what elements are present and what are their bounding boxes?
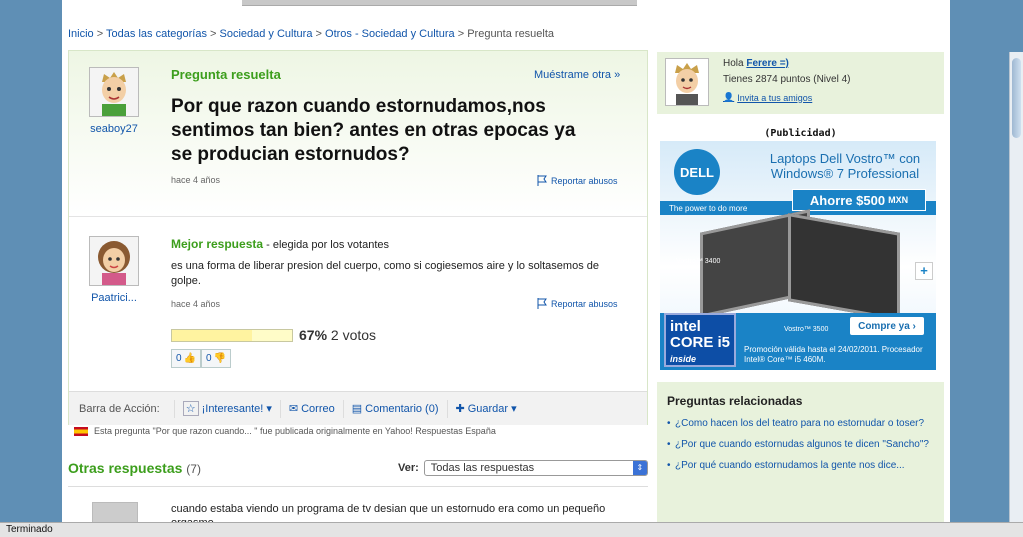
mail-button[interactable]: ✉ Correo [279, 399, 343, 418]
header-strip [242, 0, 637, 6]
section-divider [68, 486, 648, 487]
action-bar-label: Barra de Acción: [79, 402, 160, 415]
vote-bar-fill [172, 330, 253, 341]
best-answer-text: es una forma de liberar presion del cuer… [171, 260, 599, 287]
comment-button[interactable]: ▤ Comentario (0) [342, 399, 447, 418]
vote-bar [171, 329, 293, 342]
thumbs-up-icon: 👍 [183, 353, 197, 364]
star-icon: ☆ [182, 401, 199, 416]
best-answer-header: Mejor respuesta - elegida por los votant… [171, 237, 389, 251]
best-answer-label: Mejor respuesta [171, 237, 264, 251]
vote-result: 67% 2 votos [299, 327, 377, 343]
ad-buy-button[interactable]: Compre ya › [850, 317, 924, 335]
vertical-scrollbar[interactable] [1009, 52, 1023, 522]
ad-label: (Publicidad) [764, 128, 837, 139]
answers-filter-select[interactable]: Todas las respuestas ⇕ [423, 460, 648, 476]
laptop-image [788, 213, 900, 321]
plus-icon: ✚ [455, 403, 465, 415]
greeting: Hola Ferere =) [723, 58, 789, 69]
related-heading: Preguntas relacionadas [667, 394, 803, 408]
flag-icon [537, 298, 547, 309]
breadcrumb-otros[interactable]: Otros - Sociedad y Cultura [325, 28, 455, 40]
user-points: Tienes 2874 puntos (Nivel 4) [723, 74, 851, 85]
answers-filter: Ver: Todas las respuestas ⇕ [398, 460, 648, 476]
question-title: Por que razon cuando estornudamos,nos se… [171, 96, 576, 165]
other-answer-text: cuando estaba viendo un programa de tv d… [171, 503, 606, 522]
origin-note: Esta pregunta "Por que razon cuando... "… [74, 426, 496, 436]
ad-tagline: The power to do more [666, 203, 751, 214]
asker-name[interactable]: seaboy27 [79, 123, 149, 135]
user-panel: Hola Ferere =) Tienes 2874 puntos (Nivel… [657, 52, 944, 114]
ad-promo-text: Promoción válida hasta el 24/02/2011. Pr… [744, 345, 923, 364]
ad-model-2: Vostro™ 3500 [784, 326, 829, 333]
question-status: Pregunta resuelta [171, 67, 281, 82]
interesting-button[interactable]: ☆ ¡Interesante! ▾ [173, 399, 280, 418]
scrollbar-thumb[interactable] [1012, 58, 1021, 138]
question-time: hace 4 años [171, 175, 221, 185]
action-bar: Barra de Acción: ☆ ¡Interesante! ▾ ✉ Correo… [69, 391, 647, 425]
breadcrumb-current: Pregunta resuelta [467, 28, 555, 40]
other-answers-heading: Otras respuestas (7) [68, 460, 201, 476]
thumbs-down-button[interactable]: 0 👎 [201, 349, 232, 368]
related-list: ¿Como hacen los del teatro para no estor… [667, 418, 934, 472]
breadcrumb: Inicio > Todas las categorías > Sociedad… [68, 28, 555, 40]
ad-title: Laptops Dell Vostro™ con Windows® 7 Prof… [769, 151, 921, 181]
save-button[interactable]: ✚ Guardar ▾ [446, 399, 525, 418]
select-arrows-icon: ⇕ [632, 461, 647, 475]
report-abuse-question[interactable]: Reportar abusos [537, 175, 618, 186]
user-avatar[interactable] [665, 58, 709, 106]
browser-status-bar: Terminado [0, 522, 1023, 537]
related-item[interactable]: ¿Por que cuando estornudas algunos te di… [667, 439, 934, 451]
thumbs-up-button[interactable]: 0 👍 [171, 349, 202, 368]
show-other-link[interactable]: Muéstrame otra » [534, 69, 620, 81]
person-icon: 👤 [723, 92, 735, 102]
breadcrumb-inicio[interactable]: Inicio [68, 28, 94, 40]
question-box: seaboy27 Pregunta resuelta Muéstrame otr… [68, 50, 648, 425]
related-item[interactable]: ¿Por qué cuando estornudamos la gente no… [667, 460, 934, 472]
breadcrumb-sociedad-cultura[interactable]: Sociedad y Cultura [220, 28, 313, 40]
chevron-down-icon: ▾ [266, 403, 272, 415]
flag-icon [537, 175, 547, 186]
rating-buttons: 0 👍 0 👎 [171, 349, 232, 368]
ad-model-1: Vostro™ 3400 [676, 258, 721, 265]
ad-expand-button[interactable]: + [915, 262, 933, 280]
chevron-down-icon: ▾ [511, 403, 517, 415]
report-abuse-answer[interactable]: Reportar abusos [537, 298, 618, 309]
other-answer-avatar[interactable] [92, 502, 138, 522]
username-link[interactable]: Ferere =) [746, 58, 789, 69]
dell-advertisement[interactable]: DELL The power to do more Laptops Dell V… [660, 141, 936, 370]
comment-icon: ▤ [351, 403, 363, 415]
envelope-icon: ✉ [288, 403, 299, 415]
answer-time: hace 4 años [171, 299, 221, 309]
thumbs-down-icon: 👎 [213, 353, 227, 364]
related-item[interactable]: ¿Como hacen los del teatro para no estor… [667, 418, 934, 430]
answerer-name[interactable]: Paatrici... [79, 292, 149, 304]
spain-flag-icon [74, 426, 88, 436]
desktop-background-right [950, 0, 1023, 522]
asker-avatar[interactable] [89, 67, 139, 117]
yahoo-answers-page: Inicio > Todas las categorías > Sociedad… [62, 0, 950, 522]
section-divider [69, 216, 647, 217]
answerer-avatar[interactable] [89, 236, 139, 286]
dell-logo: DELL [674, 149, 720, 195]
invite-friends-link[interactable]: 👤 Invita a tus amigos [723, 92, 812, 103]
related-questions: Preguntas relacionadas ¿Como hacen los d… [657, 382, 944, 522]
ad-savings: Ahorre $500 MXN [792, 189, 926, 211]
breadcrumb-todas-categorias[interactable]: Todas las categorías [106, 28, 207, 40]
best-answer-chosen-by: - elegida por los votantes [263, 239, 390, 251]
desktop-background-left [0, 0, 62, 522]
intel-core-i5-logo: intel CORE i5 inside [664, 313, 736, 367]
